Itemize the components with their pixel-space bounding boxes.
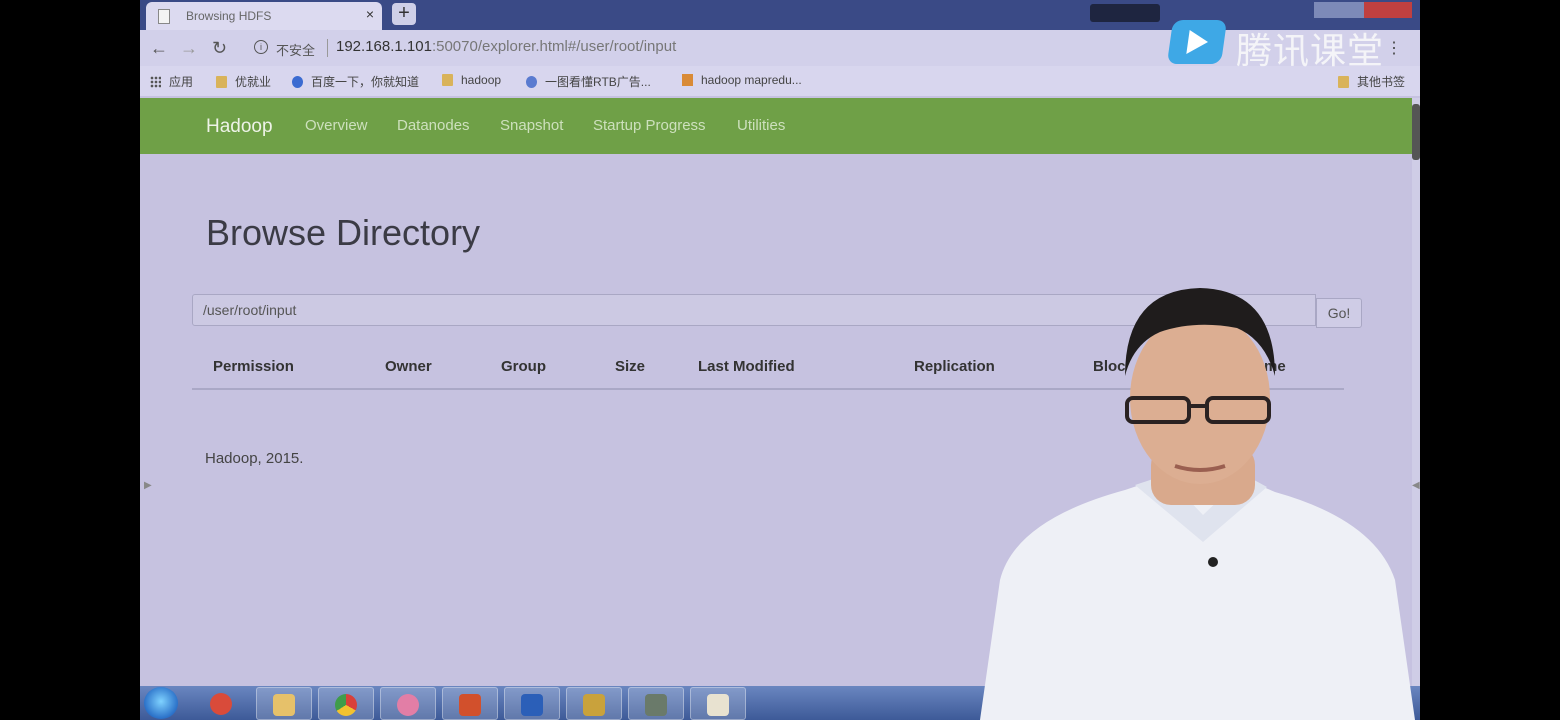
folder-icon xyxy=(442,74,453,86)
reload-icon[interactable]: ↻ xyxy=(212,38,227,59)
security-label[interactable]: 不安全 xyxy=(276,40,315,59)
bookmark-hadoop[interactable]: hadoop xyxy=(442,73,501,87)
taskbar-word[interactable] xyxy=(504,687,560,720)
taskbar-app[interactable] xyxy=(566,687,622,720)
globe-icon xyxy=(526,76,537,88)
bookmark-label: 一图看懂RTB广告... xyxy=(545,75,651,89)
column-owner[interactable]: Owner xyxy=(385,358,432,375)
word-icon xyxy=(521,694,543,716)
taskbar-app[interactable] xyxy=(628,687,684,720)
back-arrow-icon[interactable]: ← xyxy=(150,38,168,59)
forward-arrow-icon[interactable]: → xyxy=(180,38,198,59)
taskbar-paint[interactable] xyxy=(690,687,746,720)
paint-icon xyxy=(707,694,729,716)
bookmark-bird-icon xyxy=(682,74,693,86)
column-size[interactable]: Size xyxy=(615,358,645,375)
bookmark-label: hadoop xyxy=(461,73,502,87)
scrollbar-thumb[interactable] xyxy=(1412,104,1420,160)
url-host: 192.168.1.101 xyxy=(336,38,432,55)
tab-title: Browsing HDFS xyxy=(186,9,272,23)
app-icon xyxy=(583,694,605,716)
app-icon xyxy=(645,694,667,716)
hadoop-navbar: Hadoop Overview Datanodes Snapshot Start… xyxy=(140,98,1412,154)
left-arrow-icon: ▶ xyxy=(144,480,152,491)
page-footer: Hadoop, 2015. xyxy=(205,450,304,467)
bookmark-label: 优就业 xyxy=(235,75,272,89)
start-button-icon[interactable] xyxy=(144,687,178,719)
bookmark-youjiuye[interactable]: 优就业 xyxy=(216,73,271,90)
remote-control-widget[interactable] xyxy=(1090,4,1160,22)
url-field[interactable]: 192.168.1.101:50070/explorer.html#/user/… xyxy=(336,38,676,55)
nav-datanodes[interactable]: Datanodes xyxy=(397,117,470,134)
close-window-icon[interactable] xyxy=(1364,2,1412,18)
brand-name: 腾讯课堂 xyxy=(1236,30,1385,71)
powerpoint-icon xyxy=(459,694,481,716)
app-icon xyxy=(210,693,232,715)
taskbar-app[interactable] xyxy=(380,687,436,720)
play-logo-icon xyxy=(1166,20,1228,64)
folder-icon xyxy=(1338,76,1349,88)
tab-close-icon[interactable]: × xyxy=(366,6,374,22)
folder-icon xyxy=(216,76,227,88)
nav-snapshot[interactable]: Snapshot xyxy=(500,117,563,134)
column-permission[interactable]: Permission xyxy=(213,358,294,375)
bookmark-baidu[interactable]: 百度一下，你就知道 xyxy=(292,73,419,90)
bookmark-label: 百度一下，你就知道 xyxy=(311,75,420,89)
address-divider xyxy=(327,39,328,57)
folder-icon xyxy=(273,694,295,716)
taskbar-powerpoint[interactable] xyxy=(442,687,498,720)
column-group[interactable]: Group xyxy=(501,358,546,375)
chrome-icon xyxy=(335,694,357,716)
nav-overview[interactable]: Overview xyxy=(305,117,368,134)
info-icon[interactable]: i xyxy=(254,40,268,54)
url-path: :50070/explorer.html#/user/root/input xyxy=(431,38,677,55)
nav-utilities[interactable]: Utilities xyxy=(737,117,785,134)
apps-grid-icon xyxy=(150,76,161,88)
column-last-modified[interactable]: Last Modified xyxy=(698,358,795,375)
tencent-classroom-logo: 腾讯课堂 xyxy=(1166,18,1400,71)
page-icon xyxy=(158,9,170,24)
app-icon xyxy=(397,694,419,716)
baidu-paw-icon xyxy=(292,76,303,88)
presenter-video xyxy=(980,288,1415,720)
bookmark-label: hadoop mapredu... xyxy=(701,73,802,87)
taskbar-explorer[interactable] xyxy=(256,687,312,720)
navbar-brand[interactable]: Hadoop xyxy=(206,116,273,138)
browser-tab[interactable]: Browsing HDFS × xyxy=(146,2,382,30)
bookmarks-bar: 应用 优就业 百度一下，你就知道 hadoop 一图看懂RTB广告... had… xyxy=(140,66,1420,96)
bookmark-label: 应用 xyxy=(169,75,194,89)
bookmark-label: 其他书签 xyxy=(1357,75,1406,89)
bookmark-other[interactable]: 其他书签 xyxy=(1338,73,1405,90)
bookmark-rtb[interactable]: 一图看懂RTB广告... xyxy=(526,73,651,90)
bookmark-mapreduce[interactable]: hadoop mapredu... xyxy=(682,73,802,87)
bookmark-apps[interactable]: 应用 xyxy=(150,73,193,90)
taskbar-app-icon[interactable] xyxy=(194,687,250,720)
page-title: Browse Directory xyxy=(206,212,481,253)
new-tab-button[interactable]: + xyxy=(392,3,416,25)
taskbar-chrome[interactable] xyxy=(318,687,374,720)
nav-startup-progress[interactable]: Startup Progress xyxy=(593,117,706,134)
